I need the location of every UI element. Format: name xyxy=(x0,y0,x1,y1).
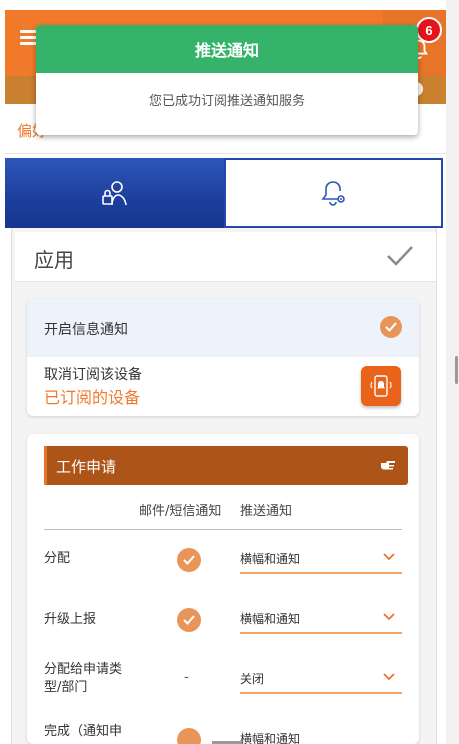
scrollbar-thumb[interactable] xyxy=(455,356,458,384)
row-checkbox-assign[interactable] xyxy=(177,548,201,572)
checkmark-icon[interactable] xyxy=(386,244,414,268)
chevron-down-icon xyxy=(383,613,395,621)
notification-count-badge[interactable]: 6 xyxy=(416,17,442,43)
row-label-assign-type: 分配给申请类 xyxy=(44,662,123,677)
row-email-sms-none: - xyxy=(184,670,189,685)
select-value: 横幅和通知 xyxy=(240,612,301,626)
work-request-card: 工作申请 邮件/短信通知 推送通知 分配 横幅和通知 升级上报 横幅和通知 分配… xyxy=(27,434,419,744)
row-label-assign: 分配 xyxy=(44,551,71,566)
row-select-escalate[interactable]: 横幅和通知 xyxy=(240,604,402,634)
select-value: 横幅和通知 xyxy=(240,732,301,744)
enable-notification-checkbox[interactable] xyxy=(380,316,402,338)
tab-account-security[interactable] xyxy=(5,158,224,228)
chevron-down-icon xyxy=(383,553,395,561)
select-value: 横幅和通知 xyxy=(240,552,301,566)
subscribed-device-label: 已订阅的设备 xyxy=(44,388,141,407)
row-checkbox-complete[interactable] xyxy=(177,728,201,744)
header-accent xyxy=(44,446,47,485)
phone-bell-icon xyxy=(370,375,392,397)
user-lock-icon xyxy=(101,181,127,206)
work-request-header[interactable]: 工作申请 xyxy=(44,446,408,485)
divider xyxy=(44,529,402,530)
select-value: 关闭 xyxy=(240,672,265,686)
row-select-complete[interactable]: 横幅和通知 xyxy=(240,724,402,744)
tab-notification-settings[interactable] xyxy=(224,158,443,228)
settings-tabs xyxy=(5,158,443,228)
unsubscribe-device-label: 取消订阅该设备 xyxy=(44,367,142,383)
apply-row: 应用 xyxy=(15,232,436,282)
check-icon xyxy=(385,322,397,332)
unsubscribe-device-button[interactable] xyxy=(361,366,401,406)
toast-title: 推送通知 xyxy=(36,25,418,73)
row-label-complete: 完成（通知申 xyxy=(44,724,123,739)
enable-notification-label: 开启信息通知 xyxy=(44,322,128,338)
check-icon xyxy=(183,555,195,565)
bell-settings-icon xyxy=(320,181,345,206)
row-select-assign-type[interactable]: 关闭 xyxy=(240,664,402,694)
work-request-title: 工作申请 xyxy=(56,458,117,476)
column-header-push: 推送通知 xyxy=(240,504,293,519)
toast-message: 您已成功订阅推送通知服务 xyxy=(148,93,305,109)
row-label-escalate: 升级上报 xyxy=(44,612,97,627)
apply-label: 应用 xyxy=(34,248,74,272)
row-select-assign[interactable]: 横幅和通知 xyxy=(240,544,402,574)
chevron-down-icon xyxy=(383,673,395,681)
notification-card: 开启信息通知 取消订阅该设备 已订阅的设备 xyxy=(27,299,419,416)
push-notification-toast: 推送通知 您已成功订阅推送通知服务 xyxy=(36,25,418,135)
row-checkbox-escalate[interactable] xyxy=(177,608,201,632)
row-label-assign-type-line2: 型/部门 xyxy=(44,680,88,695)
check-icon xyxy=(183,615,195,625)
pointing-hand-icon xyxy=(381,461,395,470)
column-header-email-sms: 邮件/短信通知 xyxy=(139,504,222,519)
